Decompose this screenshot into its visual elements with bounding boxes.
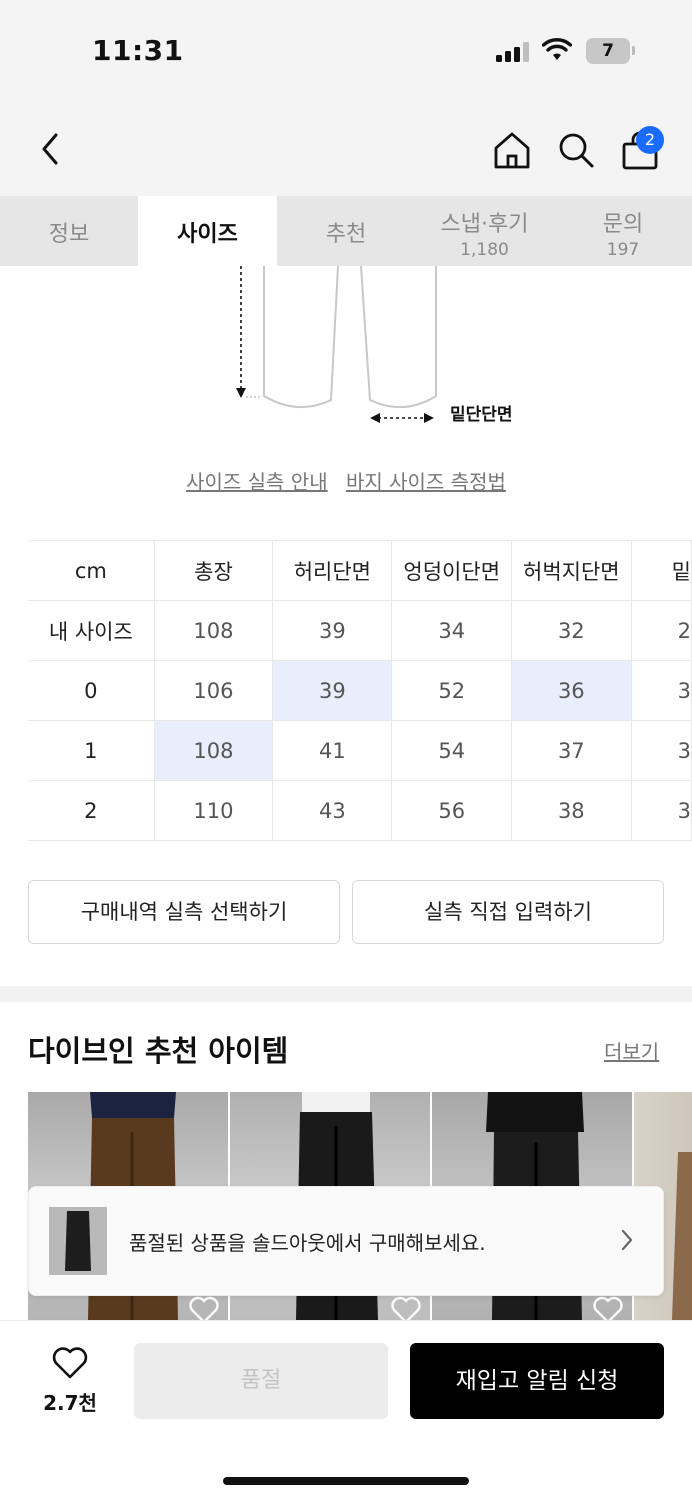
row-label: 0 [28,660,155,721]
tab-count: 1,180 [460,240,509,260]
cart-badge: 2 [636,126,664,154]
measure-method-link[interactable]: 바지 사이즈 측정법 [346,470,506,494]
table-cell: 110 [154,780,274,841]
heart-icon[interactable] [188,1296,220,1320]
product-photo [49,1207,107,1275]
header-cell: 허리단면 [272,540,393,601]
chevron-right-icon [621,1229,633,1251]
enter-measure-button[interactable]: 실측 직접 입력하기 [352,880,664,944]
header-cell: 밑 [631,540,692,601]
top-navbar: 2 [0,100,692,196]
home-icon[interactable] [492,130,532,170]
recommend-title: 다이브인 추천 아이템 [28,1034,289,1068]
battery-cap [632,46,635,55]
row-label: 2 [28,780,155,841]
wifi-icon [542,38,572,60]
header-cell: 엉덩이단면 [391,540,513,601]
heart-icon[interactable] [390,1296,422,1320]
see-more-link[interactable]: 더보기 [604,1036,659,1065]
table-cell: 43 [272,780,393,841]
hem-width-label: 밑단단면 [450,405,513,425]
table-cell-highlighted: 108 [154,720,274,781]
battery-icon: 7 [586,38,630,64]
table-cell-highlighted: 36 [511,660,632,721]
table-row: 2 110 43 56 38 3 [28,780,692,841]
table-cell: 3 [631,780,692,841]
table-cell: 38 [511,780,632,841]
tab-label: 정보 [48,222,90,247]
tab-snap-review[interactable]: 스냅·후기 1,180 [415,196,554,266]
tab-info[interactable]: 정보 [0,196,138,266]
tab-size[interactable]: 사이즈 [138,196,277,266]
soldout-banner-text: 품절된 상품을 솔드아웃에서 구매해보세요. [129,1231,486,1255]
section-divider [0,986,692,1002]
table-cell: 56 [391,780,513,841]
table-row: 1 108 41 54 37 3 [28,720,692,781]
table-cell: 41 [272,720,393,781]
table-cell: 106 [154,660,274,721]
measure-buttons: 구매내역 실측 선택하기 실측 직접 입력하기 [28,880,664,944]
table-cell: 54 [391,720,513,781]
size-table: cm 총장 허리단면 엉덩이단면 허벅지단면 밑 내 사이즈 108 39 34… [28,540,692,841]
home-indicator [223,1477,469,1485]
table-cell: 34 [391,600,513,661]
product-tabs: 정보 사이즈 추천 스냅·후기 1,180 문의 197 [0,196,692,266]
header-cell: cm [28,540,155,601]
soldout-thumbnail [49,1207,107,1275]
row-label: 내 사이즈 [28,600,155,661]
back-arrow-icon[interactable] [36,130,66,168]
pants-measurement-diagram: 밑단단면 [0,265,692,436]
table-cell: 32 [511,600,632,661]
table-cell-highlighted: 39 [272,660,393,721]
heart-icon[interactable] [592,1296,624,1320]
heart-icon[interactable] [52,1347,88,1379]
tab-inquiry[interactable]: 문의 197 [554,196,692,266]
bottom-action-bar: 2.7천 품절 재입고 알림 신청 [0,1320,692,1500]
actual-size-guide-link[interactable]: 사이즈 실측 안내 [186,470,328,494]
table-cell: 52 [391,660,513,721]
header-cell: 총장 [154,540,274,601]
table-cell: 2 [631,600,692,661]
table-row: 0 106 39 52 36 3 [28,660,692,721]
tab-label: 추천 [325,222,367,247]
pants-illustration [236,265,437,423]
table-cell: 108 [154,600,274,661]
tab-label: 문의 [602,212,644,237]
header-cell: 허벅지단면 [511,540,632,601]
search-icon[interactable] [556,130,596,170]
sold-out-button: 품절 [134,1343,388,1419]
soldout-banner[interactable]: 품절된 상품을 솔드아웃에서 구매해보세요. [28,1186,664,1296]
status-time: 11:31 [92,34,184,67]
table-cell: 3 [631,720,692,781]
tab-label: 스냅·후기 [440,212,529,237]
table-cell: 39 [272,600,393,661]
restock-alert-button[interactable]: 재입고 알림 신청 [410,1343,664,1419]
tab-label: 사이즈 [177,222,238,247]
size-guide-links: 사이즈 실측 안내 바지 사이즈 측정법 [0,466,692,495]
signal-icon [496,42,530,62]
tab-recommend[interactable]: 추천 [277,196,415,266]
like-count: 2.7천 [43,1391,97,1415]
status-bar: 11:31 7 [0,0,692,100]
table-cell: 37 [511,720,632,781]
row-label: 1 [28,720,155,781]
tab-count: 197 [606,240,640,260]
table-row: 내 사이즈 108 39 34 32 2 [28,600,692,661]
table-header-row: cm 총장 허리단면 엉덩이단면 허벅지단면 밑 [28,540,692,601]
select-purchase-measure-button[interactable]: 구매내역 실측 선택하기 [28,880,340,944]
table-cell: 3 [631,660,692,721]
